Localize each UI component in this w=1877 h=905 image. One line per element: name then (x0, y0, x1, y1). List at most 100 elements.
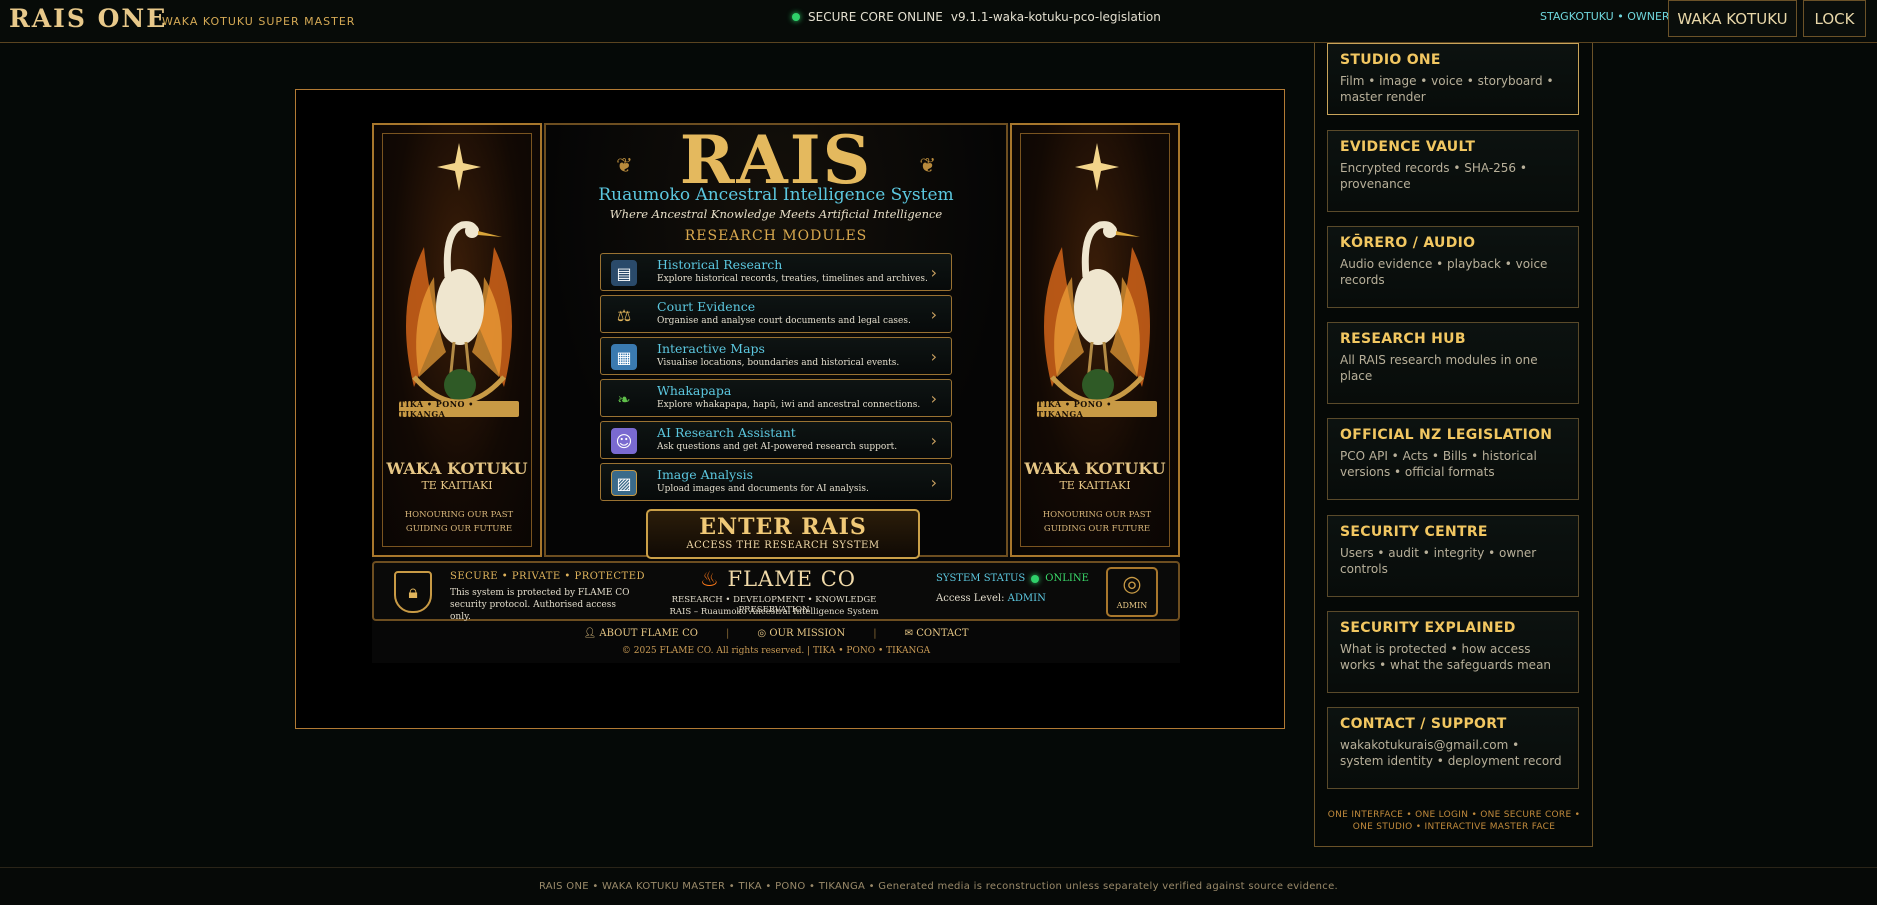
chevron-right-icon: › (930, 431, 937, 450)
flame-system-name: RAIS – Ruaumoko Ancestral Intelligence S… (669, 607, 879, 617)
card-title: SECURITY CENTRE (1340, 524, 1488, 540)
chevron-right-icon: › (930, 305, 937, 324)
secure-body: This system is protected by FLAME CO sec… (450, 588, 630, 622)
access-level: Access Level: ADMIN (936, 593, 1046, 604)
bottom-bar: RAIS ONE • WAKA KOTUKU MASTER • TIKA • P… (0, 867, 1877, 905)
sidebar-card-nz-legislation[interactable]: OFFICIAL NZ LEGISLATION PCO API • Acts •… (1327, 418, 1579, 500)
card-title: CONTACT / SUPPORT (1340, 716, 1507, 732)
enter-rais-button[interactable]: ENTER RAIS ACCESS THE RESEARCH SYSTEM (646, 509, 920, 559)
scales-icon: ⚖ (616, 305, 632, 325)
card-title: EVIDENCE VAULT (1340, 139, 1476, 155)
panel-subtitle: TE KAITIAKI (1059, 479, 1131, 492)
module-name: Image Analysis (657, 467, 754, 482)
sidebar-card-security-explained[interactable]: SECURITY EXPLAINED What is protected • h… (1327, 611, 1579, 693)
chevron-right-icon: › (930, 473, 937, 492)
person-icon: 👤︎ (583, 627, 597, 639)
system-status-label: SYSTEM STATUS (936, 573, 1026, 584)
rais-poster-image[interactable]: TIKA • PONO • TIKANGA WAKA KOTUKU TE KAI… (372, 121, 1180, 663)
lock-shield-icon: 🔒︎ (394, 571, 432, 613)
map-icon: ▦ (611, 344, 637, 370)
online-dot-icon (792, 13, 800, 21)
card-desc: Audio evidence • playback • voice record… (1340, 257, 1548, 287)
poster-footer-band: 🔒︎ SECURE • PRIVATE • PROTECTED This sys… (372, 561, 1180, 622)
panel-foot-line: GUIDING OUR FUTURE (1043, 524, 1151, 534)
flame-co-logo: ♨ FLAME CO (700, 567, 856, 591)
brand-subtitle: WAKA KOTUKU SUPER MASTER (162, 15, 356, 28)
version-label: v9.1.1-waka-kotuku-pco-legislation (950, 10, 1161, 24)
owner-label: STAGKOTUKU • OWNER (1540, 10, 1670, 23)
enter-subtitle: ACCESS THE RESEARCH SYSTEM (686, 540, 880, 551)
card-desc: Encrypted records • SHA-256 • provenance (1340, 161, 1527, 191)
sidebar-card-research-hub[interactable]: RESEARCH HUB All RAIS research modules i… (1327, 322, 1579, 404)
sidebar-card-security-centre[interactable]: SECURITY CENTRE Users • audit • integrit… (1327, 515, 1579, 597)
rais-tagline: Where Ancestral Knowledge Meets Artifici… (609, 207, 943, 221)
user-button[interactable]: WAKA KOTUKU (1668, 0, 1797, 37)
panel-subtitle: TE KAITIAKI (421, 479, 493, 492)
core-status-label: SECURE CORE ONLINE (808, 10, 943, 24)
module-list: ▤ Historical Research Explore historical… (600, 253, 952, 505)
chevron-right-icon: › (930, 389, 937, 408)
flame-co-name: FLAME CO (727, 567, 856, 591)
sidebar-card-studio-one[interactable]: STUDIO ONE Film • image • voice • storyb… (1327, 43, 1579, 115)
module-whakapapa[interactable]: ❧ Whakapapa Explore whakapapa, hapū, iwi… (600, 379, 952, 417)
rais-subtitle: Ruaumoko Ancestral Intelligence System (598, 185, 954, 205)
sidebar-card-contact-support[interactable]: CONTACT / SUPPORT wakakotukurais@gmail.c… (1327, 707, 1579, 789)
sidebar-card-evidence-vault[interactable]: EVIDENCE VAULT Encrypted records • SHA-2… (1327, 130, 1579, 212)
module-interactive-maps[interactable]: ▦ Interactive Maps Visualise locations, … (600, 337, 952, 375)
panel-title: WAKA KOTUKU (386, 459, 528, 478)
modules-heading: RESEARCH MODULES (684, 228, 868, 244)
link-mission[interactable]: ◎ OUR MISSION (757, 628, 845, 639)
link-about[interactable]: 👤︎ ABOUT FLAME CO (584, 628, 699, 639)
poster-link-row: 👤︎ ABOUT FLAME CO | ◎ OUR MISSION | ✉ CO… (372, 623, 1180, 643)
chevron-right-icon: › (930, 347, 937, 366)
module-ai-research-assistant[interactable]: ☺ AI Research Assistant Ask questions an… (600, 421, 952, 459)
crane-emblem-icon (1044, 143, 1150, 405)
module-desc: Organise and analyse court documents and… (657, 316, 911, 326)
module-name: Whakapapa (657, 383, 732, 398)
panel-foot-line: HONOURING OUR PAST (1042, 510, 1152, 520)
module-name: Interactive Maps (657, 341, 765, 356)
module-court-evidence[interactable]: ⚖ Court Evidence Organise and analyse co… (600, 295, 952, 333)
main-frame: TIKA • PONO • TIKANGA WAKA KOTUKU TE KAI… (295, 89, 1285, 729)
system-status-value: ONLINE (1045, 573, 1089, 584)
chevron-right-icon: › (930, 263, 937, 282)
module-image-analysis[interactable]: ▨ Image Analysis Upload images and docum… (600, 463, 952, 501)
link-about-label: ABOUT FLAME CO (599, 627, 699, 639)
card-desc: Film • image • voice • storyboard • mast… (1340, 74, 1554, 104)
panel-title: WAKA KOTUKU (1024, 459, 1166, 478)
robot-icon: ☺ (611, 428, 637, 454)
card-title: RESEARCH HUB (1340, 331, 1466, 347)
books-icon: ▤ (611, 260, 637, 286)
right-crane-panel: TIKA • PONO • TIKANGA WAKA KOTUKU TE KAI… (1010, 123, 1180, 557)
card-desc: What is protected • how access works • w… (1340, 642, 1552, 672)
sidebar-footer: ONE INTERFACE • ONE LOGIN • ONE SECURE C… (1327, 810, 1581, 832)
system-status: SYSTEM STATUS ONLINE (936, 573, 1089, 584)
module-name: Historical Research (657, 257, 783, 272)
module-name: Court Evidence (657, 299, 756, 314)
card-desc: PCO API • Acts • Bills • historical vers… (1340, 449, 1537, 479)
link-mission-label: OUR MISSION (769, 627, 846, 639)
link-contact[interactable]: ✉ CONTACT (905, 628, 969, 639)
panel-footer: HONOURING OUR PAST GUIDING OUR FUTURE (384, 508, 534, 536)
panel-foot-line: GUIDING OUR FUTURE (405, 524, 513, 534)
link-contact-label: CONTACT (916, 627, 969, 639)
online-dot-icon (1031, 574, 1040, 583)
panel-footer: HONOURING OUR PAST GUIDING OUR FUTURE (1022, 508, 1172, 536)
module-desc: Visualise locations, boundaries and hist… (657, 358, 900, 368)
panel-foot-line: HONOURING OUR PAST (404, 510, 514, 520)
lock-button[interactable]: LOCK (1803, 0, 1866, 37)
core-status: SECURE CORE ONLINE v9.1.1-waka-kotuku-pc… (792, 10, 1161, 24)
module-desc: Explore whakapapa, hapū, iwi and ancestr… (657, 400, 921, 410)
sidebar-card-korero-audio[interactable]: KŌRERO / AUDIO Audio evidence • playback… (1327, 226, 1579, 308)
brand-logo: RAIS ONE (9, 4, 168, 33)
left-crane-panel: TIKA • PONO • TIKANGA WAKA KOTUKU TE KAI… (372, 123, 542, 557)
card-title: OFFICIAL NZ LEGISLATION (1340, 427, 1553, 443)
module-historical-research[interactable]: ▤ Historical Research Explore historical… (600, 253, 952, 291)
divider: | (873, 627, 877, 639)
card-title: KŌRERO / AUDIO (1340, 235, 1476, 251)
module-desc: Explore historical records, treaties, ti… (657, 274, 928, 284)
top-bar: RAIS ONE WAKA KOTUKU SUPER MASTER SECURE… (0, 0, 1877, 43)
card-title: SECURITY EXPLAINED (1340, 620, 1516, 636)
bottom-disclaimer: RAIS ONE • WAKA KOTUKU MASTER • TIKA • P… (538, 881, 1339, 892)
fern-icon: ❧ (617, 389, 631, 409)
